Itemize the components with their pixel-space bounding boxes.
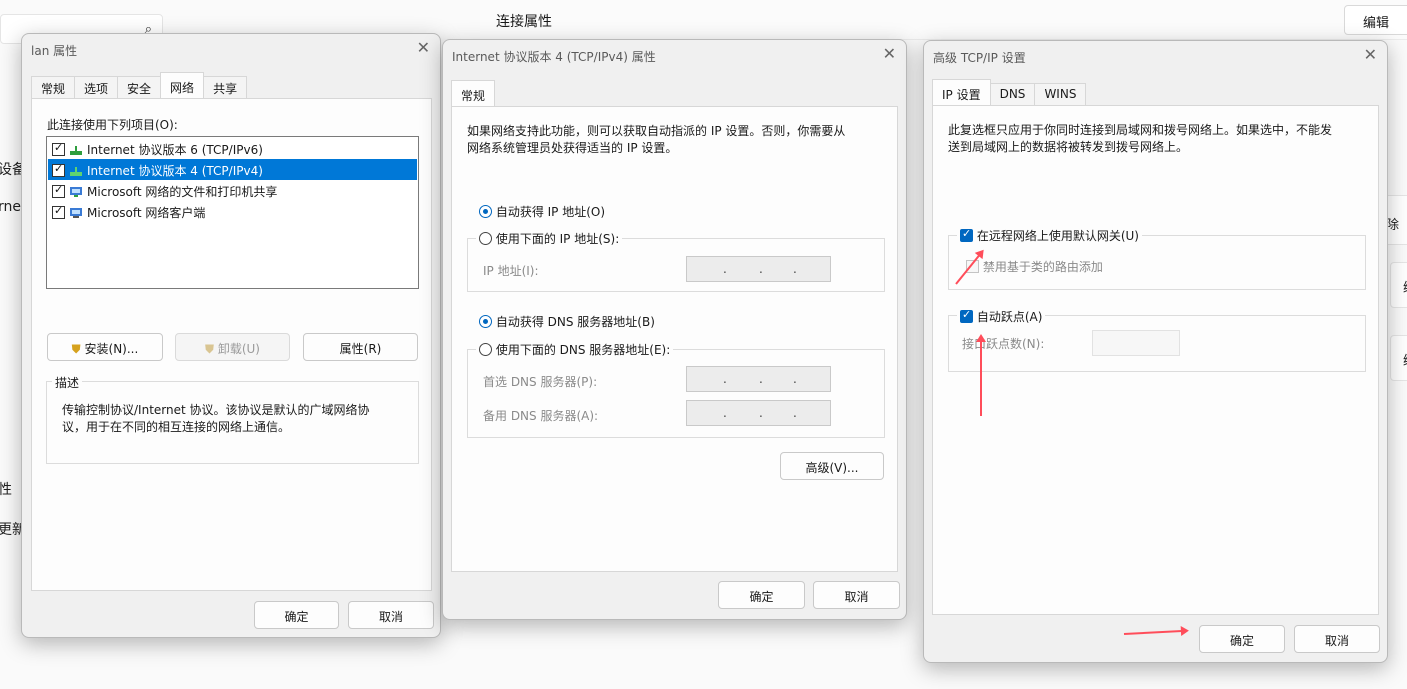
alternate-dns-label: 备用 DNS 服务器(A): [483, 409, 599, 423]
dialog-title: lan 属性 [31, 44, 78, 58]
cancel-button[interactable]: 取消 [1294, 625, 1380, 653]
settings-header [480, 0, 1407, 40]
list-item-selected[interactable]: Internet 协议版本 4 (TCP/IPv4) [48, 159, 417, 180]
class-routes-option[interactable]: 禁用基于类的路由添加 [966, 258, 1103, 275]
checkbox[interactable] [52, 204, 65, 219]
tab-ip-settings[interactable]: IP 设置 [932, 79, 991, 105]
advanced-button[interactable]: 高级(V)... [780, 452, 884, 480]
uninstall-button-label: 卸载(U) [217, 342, 260, 356]
list-item-label: Internet 协议版本 4 (TCP/IPv4) [87, 164, 263, 178]
list-item[interactable]: Internet 协议版本 6 (TCP/IPv6) [48, 138, 417, 159]
description-text: 传输控制协议/Internet 协议。该协议是默认的广域网络协议，用于在不同的相… [62, 403, 370, 434]
page-title: 连接属性 [496, 14, 552, 30]
list-item-label: Microsoft 网络客户端 [87, 206, 206, 220]
lan-properties-dialog: lan 属性 ✕ 常规 选项 安全 网络 共享 此连接使用下列项目(O): In… [21, 33, 441, 638]
components-list[interactable]: Internet 协议版本 6 (TCP/IPv6) Internet 协议版本… [46, 136, 419, 289]
interface-metric-label: 接口跃点数(N): [962, 337, 1045, 351]
list-item-label: Internet 协议版本 6 (TCP/IPv6) [87, 143, 263, 157]
class-routes-label: 禁用基于类的路由添加 [982, 260, 1103, 274]
description-label: 描述 [52, 374, 83, 391]
manual-ip-label: 使用下面的 IP 地址(S): [495, 232, 620, 246]
manual-ip-option[interactable]: 使用下面的 IP 地址(S): [476, 230, 623, 247]
network-tab-panel: 此连接使用下列项目(O): Internet 协议版本 6 (TCP/IPv6)… [31, 98, 432, 591]
cancel-button[interactable]: 取消 [348, 601, 434, 629]
gateway-group: 在远程网络上使用默认网关(U) 禁用基于类的路由添加 [948, 227, 1366, 290]
edit-button[interactable]: 编辑 [1344, 5, 1407, 35]
ip-address-label: IP 地址(I): [483, 264, 539, 278]
items-list-label: 此连接使用下列项目(O): [47, 118, 178, 132]
tab-sharing[interactable]: 共享 [203, 76, 248, 98]
auto-dns-label: 自动获得 DNS 服务器地址(B) [495, 315, 655, 329]
ok-button[interactable]: 确定 [254, 601, 339, 629]
manual-ip-group: 使用下面的 IP 地址(S): IP 地址(I): ... [467, 230, 885, 292]
checkbox[interactable] [52, 141, 65, 156]
general-tab-panel: 如果网络支持此功能，则可以获取自动指派的 IP 设置。否则，你需要从网络系统管理… [451, 106, 898, 572]
shield-icon: ⛊ [71, 342, 81, 356]
radio[interactable] [479, 232, 492, 245]
intro-text: 此复选框只应用于你同时连接到局域网和拨号网络上。如果选中，不能发送到局域网上的数… [948, 123, 1333, 154]
default-gateway-option[interactable]: 在远程网络上使用默认网关(U) [957, 227, 1142, 244]
close-icon[interactable]: ✕ [883, 44, 896, 63]
edit-button-edge[interactable]: 编 [1403, 350, 1407, 369]
preferred-dns-field[interactable]: ... [686, 366, 831, 392]
tab-general[interactable]: 常规 [451, 80, 496, 106]
network-service-icon [69, 186, 83, 198]
ok-button[interactable]: 确定 [1199, 625, 1285, 653]
tab-dns[interactable]: DNS [989, 83, 1036, 105]
install-button-label: 安装(N)... [84, 342, 139, 356]
manual-dns-group: 使用下面的 DNS 服务器地址(E): 首选 DNS 服务器(P): ... 备… [467, 341, 885, 438]
ok-button[interactable]: 确定 [718, 581, 805, 609]
ipv4-properties-dialog: Internet 协议版本 4 (TCP/IPv4) 属性 ✕ 常规 如果网络支… [442, 39, 907, 620]
list-item[interactable]: Microsoft 网络客户端 [48, 201, 417, 222]
auto-metric-option[interactable]: 自动跃点(A) [957, 308, 1046, 325]
dialog-title: Internet 协议版本 4 (TCP/IPv4) 属性 [452, 50, 656, 64]
advanced-tcpip-dialog: 高级 TCP/IP 设置 ✕ IP 设置 DNS WINS 此复选框只应用于你同… [923, 40, 1388, 663]
alternate-dns-field[interactable]: ... [686, 400, 831, 426]
auto-ip-label: 自动获得 IP 地址(O) [495, 205, 606, 219]
close-icon[interactable]: ✕ [417, 38, 430, 57]
tab-wins[interactable]: WINS [1034, 83, 1087, 105]
dialog-title: 高级 TCP/IP 设置 [933, 51, 1026, 65]
metric-group: 自动跃点(A) 接口跃点数(N): [948, 308, 1366, 372]
tab-network[interactable]: 网络 [160, 72, 205, 98]
preferred-dns-label: 首选 DNS 服务器(P): [483, 375, 598, 389]
manual-dns-label: 使用下面的 DNS 服务器地址(E): [495, 343, 671, 357]
auto-metric-label: 自动跃点(A) [976, 310, 1043, 324]
radio-selected[interactable] [479, 315, 492, 328]
ip-settings-panel: 此复选框只应用于你同时连接到局域网和拨号网络上。如果选中，不能发送到局域网上的数… [932, 105, 1379, 615]
ip-address-field[interactable]: ... [686, 256, 831, 282]
checkbox[interactable] [52, 162, 65, 177]
sidebar-item-properties[interactable]: 性 [0, 479, 12, 499]
auto-ip-option[interactable]: 自动获得 IP 地址(O) [479, 203, 605, 220]
settings-card: 编 [1390, 262, 1407, 308]
network-protocol-icon [69, 165, 83, 177]
shield-icon: ⛊ [205, 342, 215, 356]
checkbox-checked[interactable] [960, 308, 973, 323]
network-protocol-icon [69, 144, 83, 156]
annotation-arrow [980, 336, 982, 416]
description-group: 描述 传输控制协议/Internet 协议。该协议是默认的广域网络协议，用于在不… [46, 374, 419, 464]
close-icon[interactable]: ✕ [1364, 45, 1377, 64]
tab-security[interactable]: 安全 [117, 76, 162, 98]
cancel-button[interactable]: 取消 [813, 581, 900, 609]
list-item[interactable]: Microsoft 网络的文件和打印机共享 [48, 180, 417, 201]
auto-dns-option[interactable]: 自动获得 DNS 服务器地址(B) [479, 313, 655, 330]
radio-selected[interactable] [479, 205, 492, 218]
radio[interactable] [479, 343, 492, 356]
install-button[interactable]: ⛊ 安装(N)... [47, 333, 163, 361]
intro-text: 如果网络支持此功能，则可以获取自动指派的 IP 设置。否则，你需要从网络系统管理… [467, 124, 846, 155]
default-gateway-label: 在远程网络上使用默认网关(U) [976, 229, 1139, 243]
interface-metric-field[interactable] [1092, 330, 1180, 356]
tab-options[interactable]: 选项 [74, 76, 119, 98]
list-item-label: Microsoft 网络的文件和打印机共享 [87, 185, 278, 199]
checkbox[interactable] [52, 183, 65, 198]
manual-dns-option[interactable]: 使用下面的 DNS 服务器地址(E): [476, 341, 674, 358]
properties-button[interactable]: 属性(R) [303, 333, 418, 361]
network-client-icon [69, 207, 83, 219]
tab-general[interactable]: 常规 [31, 76, 76, 98]
checkbox-checked[interactable] [960, 227, 973, 242]
settings-card: 编 [1390, 335, 1407, 381]
uninstall-button[interactable]: ⛊ 卸载(U) [175, 333, 290, 361]
edit-button-edge[interactable]: 编 [1403, 277, 1407, 296]
